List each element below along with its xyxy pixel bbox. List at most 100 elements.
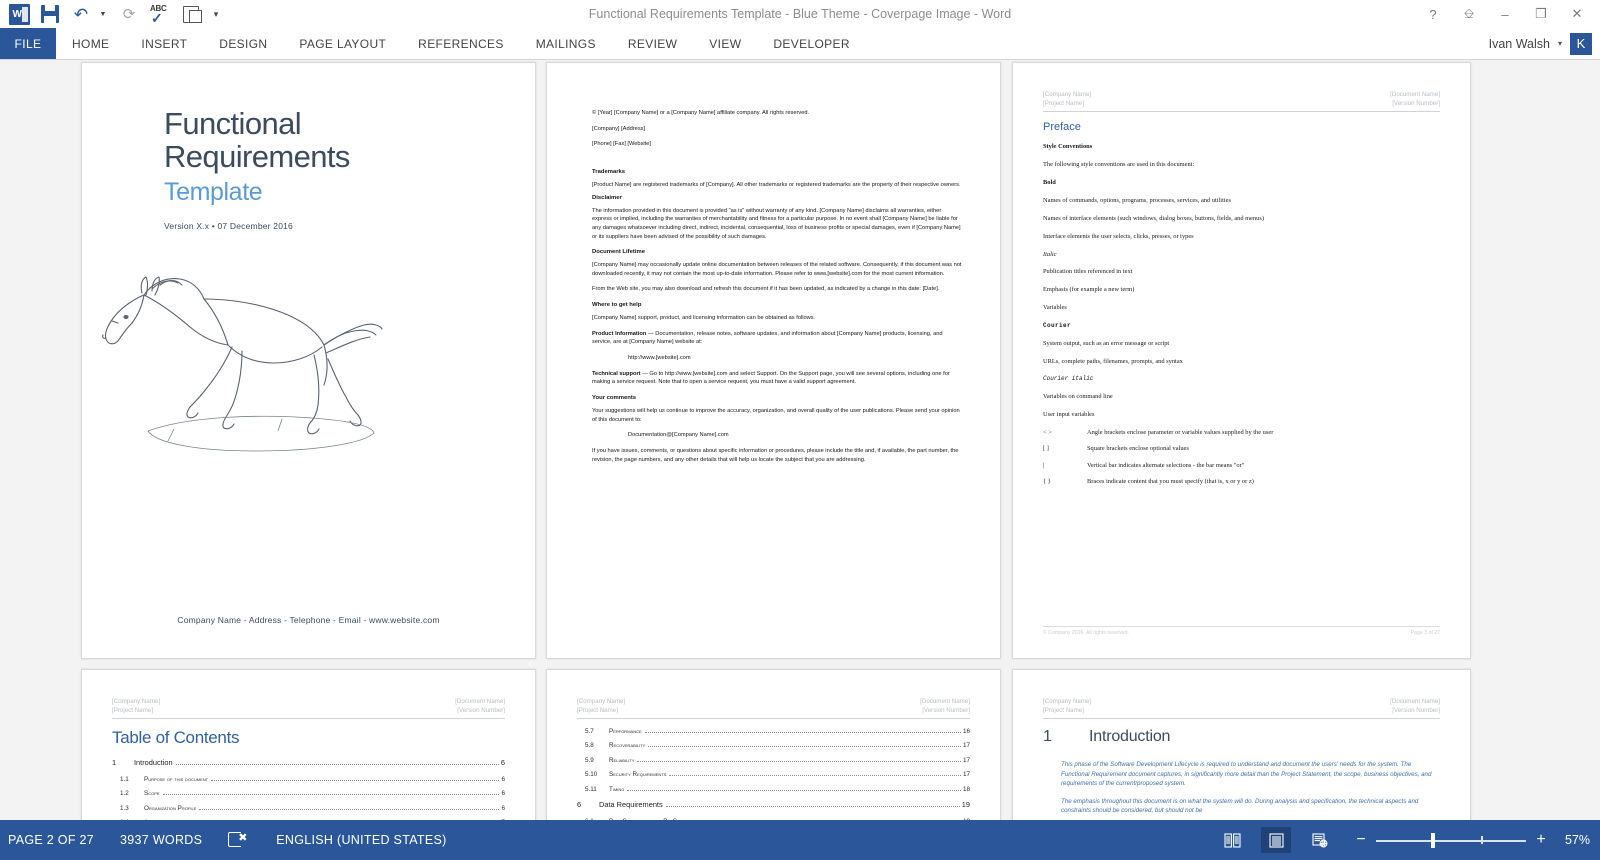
account-chevron-down-icon[interactable]: ▾	[1558, 39, 1562, 48]
toc-leader-dots	[211, 779, 500, 781]
tab-mailings[interactable]: MAILINGS	[520, 28, 612, 59]
comments-body-2: If you have issues, comments, or questio…	[592, 447, 959, 463]
page-thumbnail-cover[interactable]: Functional Requirements Template Version…	[81, 62, 536, 659]
introduction-paragraph-2: The emphasis throughout this document is…	[1061, 797, 1419, 815]
preface-line: System output, such as an error message …	[1043, 339, 1170, 347]
toc-entry-title: Purpose of this document	[144, 775, 209, 783]
ribbon-display-options-icon[interactable]: ⎒	[1460, 6, 1478, 22]
toc-entry-number: 5.9	[585, 756, 594, 764]
status-page-indicator[interactable]: PAGE 2 OF 27	[8, 833, 94, 847]
page-thumbnail-preface[interactable]: [Company Name] [Project Name] [Document …	[1012, 62, 1471, 659]
tab-view[interactable]: VIEW	[693, 28, 757, 59]
status-word-count[interactable]: 3937 WORDS	[120, 833, 202, 847]
copyright-line1: © [Year] [Company Name] or a [Company Na…	[592, 110, 810, 116]
toc-entry[interactable]: 5.8 Recoverability 17	[577, 742, 970, 749]
lifetime-body-1: [Company Name] may occasionally update o…	[592, 262, 962, 277]
preface-symbol-description: Angle brackets enclose parameter or vari…	[1087, 428, 1274, 436]
preface-symbol: { }	[1043, 478, 1051, 486]
web-layout-icon[interactable]	[1305, 827, 1335, 853]
help-icon[interactable]: ?	[1424, 7, 1442, 22]
toc-leader-dots	[644, 731, 961, 733]
technical-support-paragraph: Technical support — Go to http://www.[we…	[592, 370, 962, 387]
zoom-slider-handle[interactable]	[1431, 833, 1435, 848]
tab-page-layout[interactable]: PAGE LAYOUT	[283, 28, 402, 59]
tab-references[interactable]: REFERENCES	[402, 28, 520, 59]
ribbon-tabs: FILE HOME INSERT DESIGN PAGE LAYOUT REFE…	[0, 28, 866, 59]
toc-leader-dots	[648, 746, 961, 748]
zoom-level[interactable]: 57%	[1556, 833, 1590, 847]
tab-file[interactable]: FILE	[0, 28, 56, 59]
product-information-label: Product Information	[592, 330, 647, 337]
toc-entry[interactable]: 1.3 Organization Profile 6	[112, 805, 505, 812]
toc-entry[interactable]: 5.7 Performance 16	[577, 728, 970, 735]
preface-symbol-description: Vertical bar indicates alternate selecti…	[1087, 461, 1245, 469]
toc-entry-number: 1.2	[120, 790, 129, 798]
header-divider	[1043, 110, 1440, 112]
introduction-heading: Introduction	[1089, 727, 1171, 745]
toc-entry-page: 16	[962, 727, 970, 735]
toc-entry[interactable]: 5.10 Security Requirements 17	[577, 771, 970, 778]
preface-symbol-row: < > Angle brackets enclose parameter or …	[1043, 429, 1440, 436]
zoom-slider[interactable]	[1376, 832, 1526, 848]
header-document-name: [Document Name]	[455, 698, 505, 705]
toc-entry[interactable]: 1.1 Purpose of this document 6	[112, 776, 505, 783]
zoom-out-button[interactable]: −	[1355, 831, 1367, 849]
minimize-icon[interactable]: –	[1496, 7, 1514, 22]
toc-entry[interactable]: 6 Data Requirements 19	[577, 800, 970, 809]
ribbon-tab-strip: FILE HOME INSERT DESIGN PAGE LAYOUT REFE…	[0, 28, 1600, 59]
toc-entry-number: 6	[577, 800, 582, 810]
page-thumbnail-introduction[interactable]: [Company Name] [Project Name] [Document …	[1012, 669, 1471, 820]
status-language[interactable]: ENGLISH (UNITED STATES)	[276, 833, 446, 847]
header-company-name: [Company Name]	[577, 698, 626, 705]
header-company-name: [Company Name]	[112, 698, 161, 705]
page-thumbnail-table-of-contents[interactable]: [Company Name] [Project Name] [Document …	[81, 669, 536, 820]
document-canvas[interactable]: Functional Requirements Template Version…	[0, 60, 1600, 820]
footer-page-number: Page 3 of 27	[1410, 630, 1440, 636]
toc-entry[interactable]: 1 Introduction 6	[112, 758, 505, 767]
preface-symbol-description: Braces indicate content that you must sp…	[1087, 478, 1254, 486]
toc-entry-number: 5.8	[585, 742, 594, 750]
read-mode-icon[interactable]	[1217, 827, 1247, 853]
print-layout-icon[interactable]	[1261, 827, 1291, 853]
avatar[interactable]: K	[1570, 32, 1592, 55]
toc-entry-title: Security Requirements	[609, 771, 667, 779]
tab-insert[interactable]: INSERT	[125, 28, 203, 59]
toc-entry-number: 5.10	[585, 771, 598, 779]
preface-line: Courier italic	[1043, 375, 1094, 383]
toc-entry-page: 6	[501, 790, 505, 798]
preface-line: Bold	[1043, 178, 1056, 186]
preface-line: Emphasis (for example a new term)	[1043, 286, 1135, 294]
zoom-in-button[interactable]: +	[1535, 831, 1547, 849]
close-icon[interactable]: ✕	[1568, 6, 1586, 22]
proofing-errors-icon[interactable]: ✖	[228, 832, 250, 848]
comments-body: Your suggestions will help us continue t…	[592, 408, 960, 423]
restore-icon[interactable]: ❐	[1532, 6, 1550, 22]
tab-design[interactable]: DESIGN	[203, 28, 283, 59]
page-thumbnail-table-of-contents-continued[interactable]: [Company Name] [Project Name] [Document …	[546, 669, 1001, 820]
preface-line: Names of interface elements (such window…	[1043, 214, 1264, 222]
page-thumbnail-copyright[interactable]: © [Year] [Company Name] or a [Company Na…	[546, 62, 1001, 659]
header-project-name: [Project Name]	[577, 706, 618, 714]
tab-review[interactable]: REVIEW	[612, 28, 693, 59]
header-project-name: [Project Name]	[1043, 706, 1084, 714]
heading-disclaimer: Disclaimer	[592, 194, 622, 201]
toc-entry-title: Timing	[609, 785, 625, 793]
toc-leader-dots	[669, 775, 961, 777]
preface-line: Italic	[1043, 250, 1057, 258]
page-header: [Company Name] [Project Name] [Document …	[1043, 91, 1440, 109]
header-project-name: [Project Name]	[1043, 99, 1084, 107]
tab-developer[interactable]: DEVELOPER	[757, 28, 866, 59]
toc-entry[interactable]: 5.11 Timing 18	[577, 786, 970, 793]
toc-entry-title: Organization Profile	[144, 804, 197, 812]
toc-entry[interactable]: 1.2 Scope 6	[112, 790, 505, 797]
preface-line: Interface elements the user selects, cli…	[1043, 232, 1194, 240]
account-area[interactable]: Ivan Walsh ▾ K	[1489, 28, 1592, 59]
preface-symbol-row: | Vertical bar indicates alternate selec…	[1043, 462, 1440, 469]
introduction-number: 1	[1043, 727, 1052, 745]
preface-heading: Preface	[1043, 120, 1081, 133]
toc-entry[interactable]: 5.9 Reliability 17	[577, 757, 970, 764]
status-bar-right: − + 57%	[1217, 827, 1600, 853]
table-of-contents-heading: Table of Contents	[112, 727, 240, 747]
tab-home[interactable]: HOME	[56, 28, 125, 59]
header-document-name: [Document Name]	[1390, 91, 1440, 98]
